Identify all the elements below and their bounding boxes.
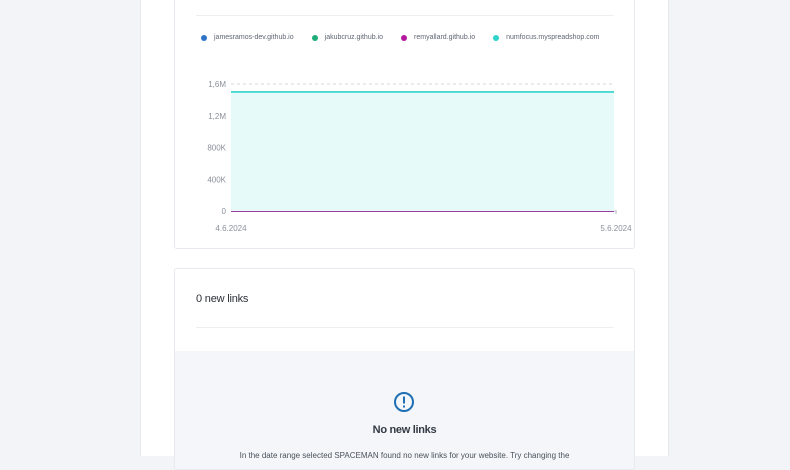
area-chart: 0 400K 800K 1,2M 1,6M 4.6.2024 5.6.2024 (207, 80, 632, 233)
x-tick-label: 4.6.2024 (215, 224, 247, 233)
area-fill-numfocus (231, 91, 614, 211)
y-tick-label: 1,6M (208, 80, 226, 89)
y-tick-label: 1,2M (208, 112, 226, 121)
links-divider (196, 327, 613, 328)
y-tick-label: 0 (222, 207, 227, 216)
y-tick-label: 800K (207, 144, 226, 153)
y-tick-label: 400K (207, 175, 226, 184)
empty-state: No new links In the date range selected … (175, 351, 634, 469)
exclamation-circle-icon (394, 392, 414, 412)
new-links-card: 0 new links No new links In the date ran… (174, 268, 635, 470)
empty-state-title: No new links (372, 424, 437, 436)
new-links-title: 0 new links (196, 293, 249, 305)
x-tick-label: 5.6.2024 (600, 224, 632, 233)
